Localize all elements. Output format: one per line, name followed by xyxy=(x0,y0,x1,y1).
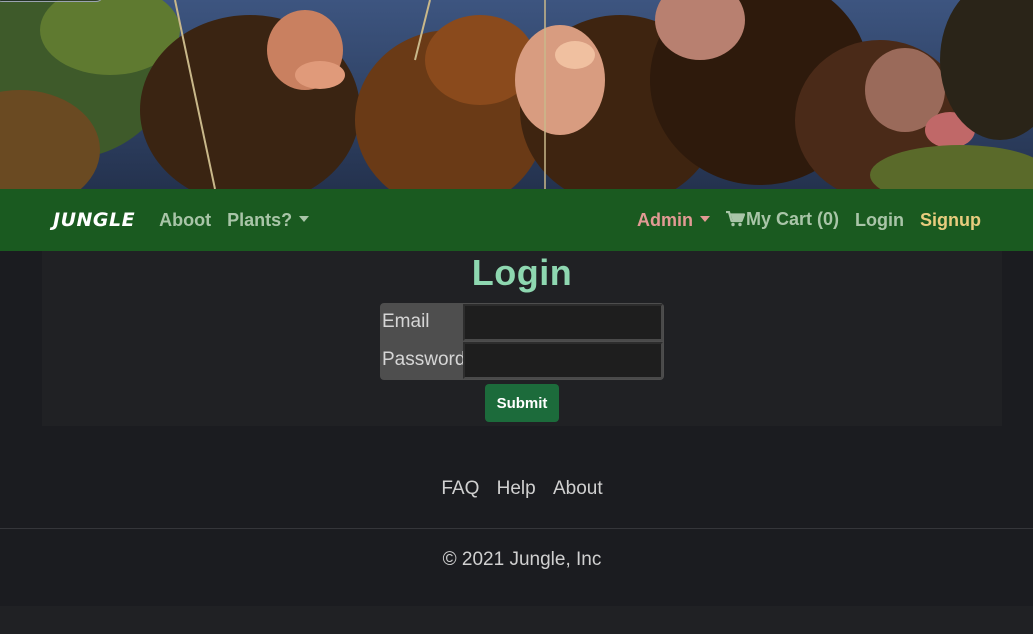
nav-signup-link[interactable]: Signup xyxy=(920,210,981,231)
nav-admin-dropdown[interactable]: Admin xyxy=(637,210,710,231)
bottom-bar xyxy=(0,606,1033,634)
footer-link-about[interactable]: About xyxy=(553,478,603,499)
email-field[interactable] xyxy=(463,304,663,341)
nav-admin-label: Admin xyxy=(637,209,693,230)
password-label: Password xyxy=(382,349,466,370)
hero-banner-image xyxy=(0,0,1033,189)
footer-link-faq[interactable]: FAQ xyxy=(441,478,479,499)
main-navbar: JUNGLE Aboot Plants? Admin My Cart (0) L… xyxy=(0,189,1033,251)
password-field[interactable] xyxy=(463,342,663,379)
shopping-cart-icon xyxy=(726,210,746,232)
footer-links: FAQ Help About xyxy=(0,478,1033,500)
login-form: Email Password xyxy=(380,303,664,380)
banner-tab-decoration xyxy=(0,0,104,2)
footer-divider xyxy=(0,528,1033,529)
nav-cart-link[interactable]: My Cart (0) xyxy=(726,209,839,232)
nav-right-group: Admin My Cart (0) Login Signup xyxy=(637,209,981,232)
nav-login-link[interactable]: Login xyxy=(855,210,904,231)
nav-plants-label: Plants? xyxy=(227,209,293,230)
page-title: Login xyxy=(471,252,573,293)
submit-button[interactable]: Submit xyxy=(485,384,559,422)
copyright-text: © 2021 Jungle, Inc xyxy=(442,549,602,570)
footer-link-help[interactable]: Help xyxy=(497,478,536,499)
nav-about-link[interactable]: Aboot xyxy=(159,210,211,231)
email-label: Email xyxy=(382,311,430,332)
brand-logo[interactable]: JUNGLE xyxy=(53,209,135,231)
chevron-down-icon xyxy=(299,216,310,223)
nav-plants-dropdown[interactable]: Plants? xyxy=(227,209,310,231)
chevron-down-icon xyxy=(700,216,710,223)
nav-cart-label: My Cart (0) xyxy=(746,208,840,229)
